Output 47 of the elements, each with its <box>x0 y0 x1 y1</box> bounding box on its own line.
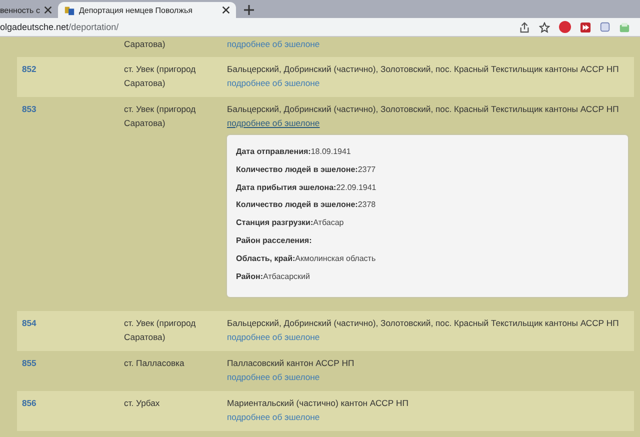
detail-text: Количество людей в эшелоне:2377 <box>236 164 377 176</box>
echelon-number-link[interactable]: 856 <box>22 398 36 408</box>
close-icon[interactable] <box>44 6 52 14</box>
detail-text: Дата отправления:18.09.1941 <box>236 146 352 158</box>
detail-text: Станция разгрузки:Атбасар <box>236 217 345 230</box>
station-text: Саратова) <box>124 331 166 344</box>
echelon-number-link[interactable]: 853 <box>22 104 36 114</box>
extension-icon[interactable] <box>580 22 591 32</box>
tab-title: венность с <box>0 6 40 14</box>
station-text: ст. Увек (пригород <box>124 317 196 330</box>
station-text: Саратова) <box>124 77 166 90</box>
cantons-text: Бальцерский, Добринский (частично), Золотовский, пос. Красный Текстильщик кантоны АССР НП <box>227 103 619 116</box>
echelon-number-link[interactable]: 855 <box>22 358 36 368</box>
extension-icon[interactable] <box>559 21 571 33</box>
station-text: Саратова) <box>124 117 166 130</box>
extension-icon[interactable] <box>600 22 610 32</box>
detail-text: Количество людей в эшелоне:2378 <box>236 199 377 212</box>
station-text: ст. Урбах <box>124 397 160 410</box>
star-icon[interactable] <box>539 22 550 32</box>
details-link[interactable]: подробнее об эшелоне <box>227 37 320 51</box>
cantons-text: Бальцерский, Добринский (частично), Золотовский, пос. Красный Текстильщик кантоны АССР НП <box>227 317 619 330</box>
detail-text: Район:Атбасарский <box>236 270 311 283</box>
station-text: ст. Палласовка <box>124 357 184 370</box>
share-icon[interactable] <box>519 22 530 32</box>
cantons-text: Палласовский кантон АССР НП <box>227 357 354 370</box>
browser-tab[interactable]: венность с <box>0 2 58 18</box>
new-tab-icon[interactable] <box>244 5 254 15</box>
detail-text: Область, край:Акмолинская область <box>236 252 377 265</box>
echelon-number-link[interactable]: 852 <box>22 64 36 74</box>
station-text: ст. Увек (пригород <box>124 63 196 76</box>
site-logo-icon <box>64 4 75 16</box>
address-field[interactable]: olgadeutsche.net/deportation/ <box>0 22 123 32</box>
cantons-text: Бальцерский, Добринский (частично), Золотовский, пос. Красный Текстильщик кантоны АССР НП <box>227 63 619 76</box>
echelon-number-link[interactable]: 854 <box>22 318 36 328</box>
station-text: ст. Увек (пригород <box>124 103 196 116</box>
browser-tab[interactable]: Депортация немцев Поволжья <box>58 2 236 18</box>
details-link[interactable]: подробнее об эшелоне <box>227 330 320 344</box>
cantons-text: Мариентальский (частично) кантон АССР НП <box>227 397 408 410</box>
station-text: Саратова) <box>124 38 166 51</box>
details-link[interactable]: подробнее об эшелоне <box>227 370 320 384</box>
details-link[interactable]: подробнее об эшелоне <box>227 76 320 90</box>
close-icon[interactable] <box>222 6 230 14</box>
detail-text: Район расселения: <box>236 234 313 247</box>
tab-title: Депортация немцев Поволжья <box>78 6 194 14</box>
detail-text: Дата прибытия эшелона:22.09.1941 <box>236 182 378 194</box>
details-link[interactable]: подробнее об эшелоне <box>227 116 320 130</box>
details-link[interactable]: подробнее об эшелоне <box>227 410 320 424</box>
